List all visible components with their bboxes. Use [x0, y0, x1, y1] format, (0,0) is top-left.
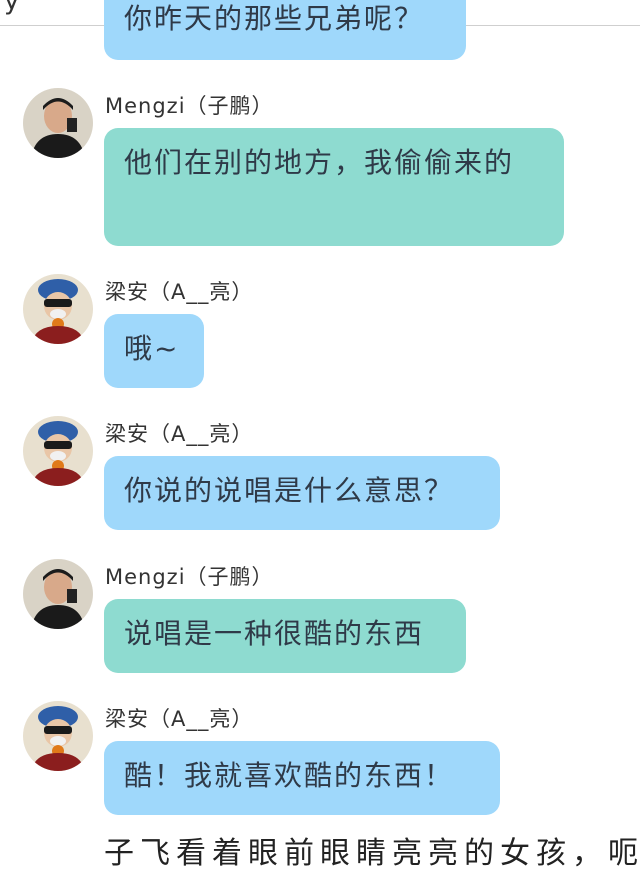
- message-bubble: 他们在别的地方，我偷偷来的: [104, 128, 564, 246]
- sender-name: Mengzi（子鹏）: [105, 94, 274, 118]
- message-text: 说唱是一种很酷的东西: [124, 617, 425, 650]
- avatar-liangan[interactable]: [23, 274, 93, 344]
- avatar-mengzi[interactable]: [23, 88, 93, 158]
- message-text: 你说的说唱是什么意思？: [124, 474, 455, 507]
- message-bubble-partial: 你昨天的那些兄弟呢？: [104, 0, 466, 60]
- message-text: 你昨天的那些兄弟呢？: [124, 2, 425, 35]
- sender-name: 梁安（A__亮）: [105, 280, 254, 304]
- avatar-mengzi[interactable]: [23, 559, 93, 629]
- message-bubble: 你说的说唱是什么意思？: [104, 456, 500, 530]
- sender-name: 梁安（A__亮）: [105, 422, 254, 446]
- message-text: 酷！我就喜欢酷的东西！: [124, 759, 455, 792]
- message-bubble: 哦~: [104, 314, 204, 388]
- sender-name: 梁安（A__亮）: [105, 707, 254, 731]
- avatar-liangan[interactable]: [23, 416, 93, 486]
- message-text: 他们在别的地方，我偷偷来的: [124, 146, 515, 179]
- message-bubble: 酷！我就喜欢酷的东西！: [104, 741, 500, 815]
- story-text: 子飞看着眼前眼睛亮亮的女孩，呃: [104, 836, 640, 871]
- message-bubble: 说唱是一种很酷的东西: [104, 599, 466, 673]
- avatar-liangan[interactable]: [23, 701, 93, 771]
- sender-name: Mengzi（子鹏）: [105, 565, 274, 589]
- message-text: 哦~: [124, 332, 180, 365]
- partial-header-text: y: [4, 0, 20, 16]
